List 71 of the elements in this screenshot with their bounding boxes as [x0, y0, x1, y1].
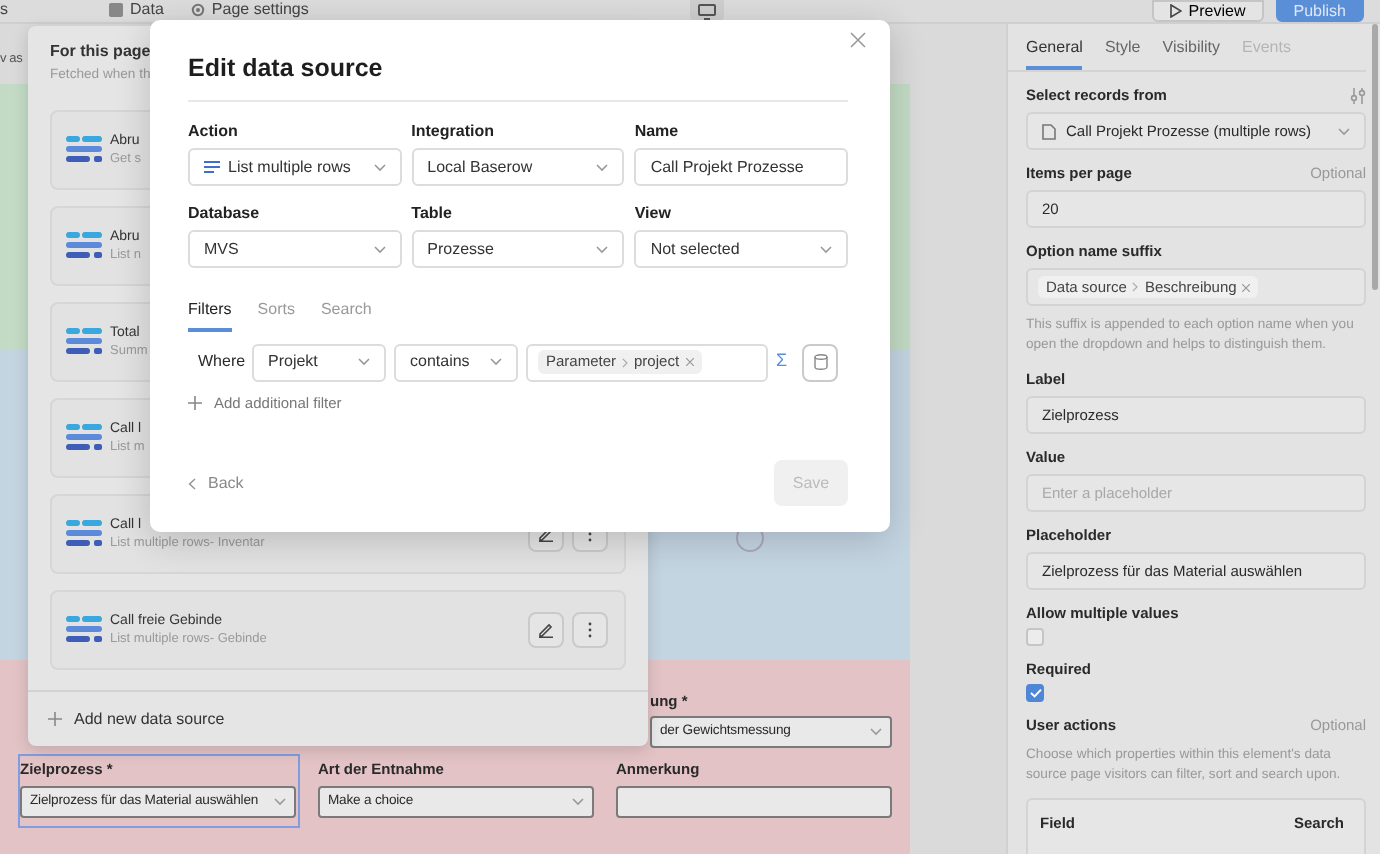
edit-button[interactable] — [528, 612, 564, 649]
chevron-down-icon — [596, 163, 609, 171]
desktop-view-button[interactable] — [690, 0, 725, 22]
select-field[interactable]: Prozesse — [411, 230, 625, 268]
database-icon — [66, 520, 102, 549]
label-text: Where — [196, 352, 244, 372]
chevron-down-icon — [596, 245, 609, 253]
select-field[interactable]: List multiple rows — [188, 148, 402, 186]
chevron-down-icon — [1338, 127, 1350, 135]
scrollbar[interactable] — [1372, 24, 1378, 290]
preview-button[interactable]: Preview — [1152, 0, 1264, 22]
sliders-icon — [1350, 88, 1366, 104]
remove-icon[interactable] — [685, 358, 694, 366]
chevron-left-icon — [188, 477, 196, 490]
modal-title: Edit data source — [188, 52, 848, 102]
select-field[interactable]: Not selected — [634, 230, 848, 268]
gear-icon — [189, 2, 206, 18]
database-icon — [66, 232, 102, 261]
document-icon — [1042, 123, 1056, 139]
chevron-right-icon — [1132, 282, 1139, 292]
checkbox[interactable] — [1026, 628, 1044, 646]
chevron-down-icon — [373, 163, 386, 171]
database-icon — [66, 424, 102, 453]
toolbar-tab[interactable]: Page settings — [211, 0, 309, 20]
play-icon — [1170, 4, 1183, 18]
database-icon — [66, 328, 102, 357]
chevron-down-icon — [490, 358, 502, 366]
checkbox[interactable] — [1026, 684, 1044, 702]
pen-icon — [538, 526, 554, 543]
select-field[interactable]: contains — [394, 343, 518, 381]
toolbar-item[interactable]: s — [0, 0, 8, 20]
select-field[interactable]: Projekt — [252, 343, 386, 381]
field-label: Table — [411, 204, 454, 224]
close-button[interactable] — [850, 32, 870, 52]
panel-tab[interactable]: Style — [1104, 38, 1141, 70]
field-label: Database — [188, 204, 262, 224]
select-field[interactable]: Local Baserow — [411, 148, 625, 186]
add-link[interactable]: Add new data source — [74, 709, 225, 730]
select-field[interactable]: MVS — [188, 230, 402, 268]
database-icon — [66, 136, 102, 165]
close-icon — [850, 32, 866, 48]
chevron-down-icon — [358, 358, 370, 366]
chevron-down-icon — [373, 245, 386, 253]
check-icon — [1029, 688, 1041, 698]
chevron-down-icon — [572, 797, 584, 806]
database-button[interactable] — [802, 343, 838, 381]
field-label: Name — [634, 122, 681, 142]
plus-icon — [188, 396, 202, 411]
input-field[interactable] — [616, 785, 892, 818]
cylinder-icon — [813, 354, 827, 370]
toolbar-tab[interactable]: Data — [130, 0, 164, 20]
remove-icon[interactable] — [1242, 283, 1251, 291]
field-label: Action — [188, 122, 240, 142]
chevron-down-icon — [819, 245, 832, 253]
list-icon — [204, 160, 220, 174]
modal-tab[interactable]: Filters — [188, 300, 232, 332]
plus-icon — [48, 712, 62, 727]
chevron-right-icon — [622, 357, 629, 367]
field-label: View — [634, 204, 673, 224]
panel-tab[interactable]: Visibility — [1162, 38, 1221, 70]
monitor-icon — [698, 3, 717, 19]
pen-icon — [538, 622, 554, 639]
back-button[interactable]: Back — [188, 473, 244, 494]
panel-title: For this page — [50, 42, 151, 62]
database-icon — [66, 616, 102, 645]
input-field[interactable]: Call Projekt Prozesse — [634, 148, 848, 186]
chevron-down-icon — [870, 728, 882, 737]
chevron-down-icon — [274, 797, 286, 806]
table-icon — [108, 2, 124, 18]
panel-tab[interactable]: General — [1026, 38, 1083, 70]
field-label: Integration — [411, 122, 496, 142]
